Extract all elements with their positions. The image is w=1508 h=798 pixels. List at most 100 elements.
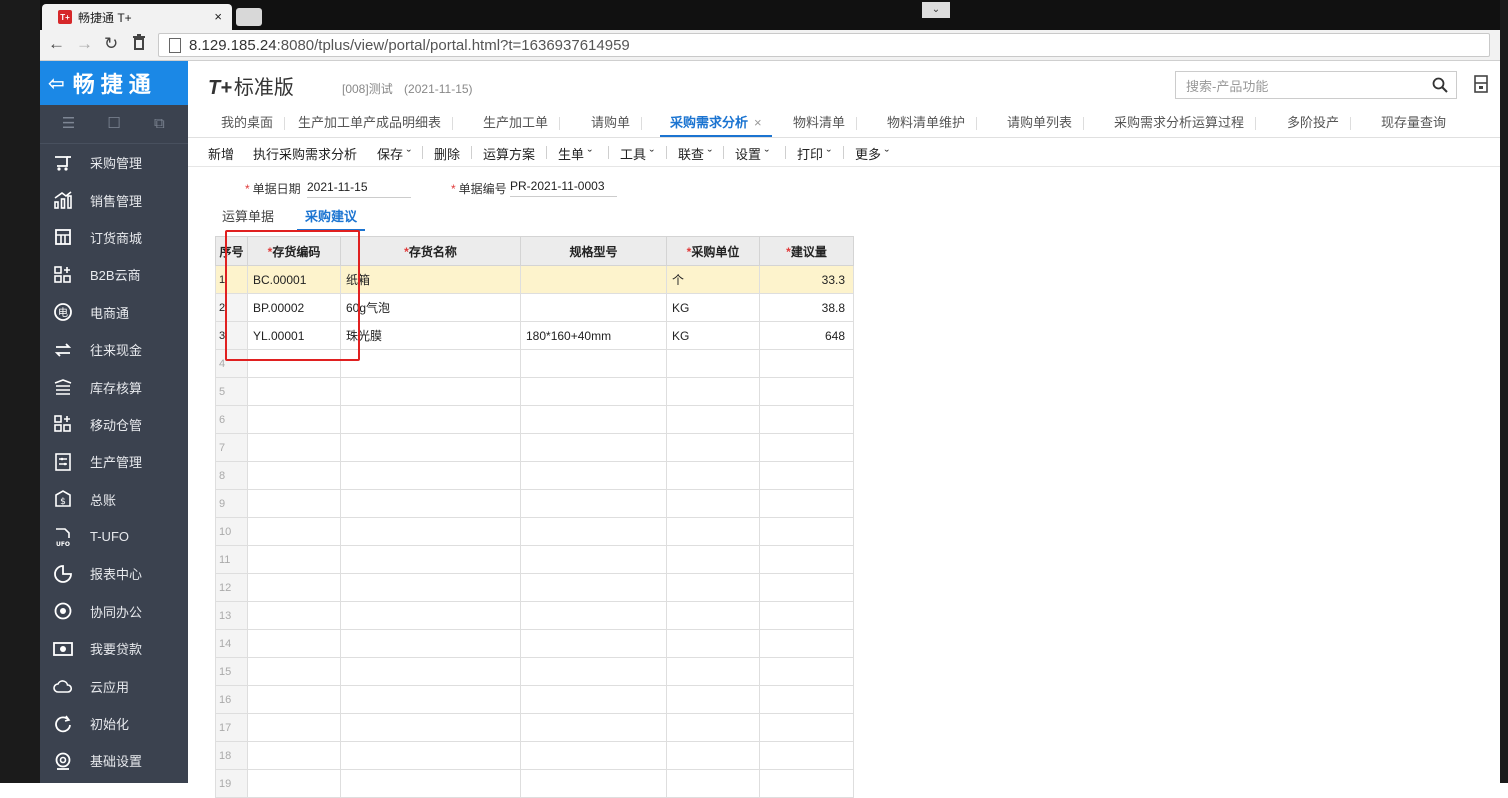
empty-cell[interactable] [247,629,341,658]
empty-cell[interactable] [520,713,667,742]
table-row[interactable]: 7 [215,433,854,462]
table-row[interactable]: 18 [215,741,854,770]
empty-cell[interactable] [759,629,854,658]
empty-cell[interactable] [759,573,854,602]
tab-requisition-list[interactable]: 请购单列表 [1007,109,1085,137]
sidebar-item[interactable]: 协同办公 [40,593,188,630]
empty-cell[interactable] [666,713,760,742]
empty-cell[interactable] [666,629,760,658]
calculator-icon[interactable] [1472,75,1490,93]
table-row[interactable]: 10 [215,517,854,546]
table-row[interactable]: 5 [215,377,854,406]
save-button[interactable]: 保存 ˇ [377,144,411,163]
cell-spec[interactable] [520,265,667,294]
tab-purchase-suggestion[interactable]: 采购建议 [297,206,366,231]
table-row[interactable]: 16 [215,685,854,714]
tab-bom-maintain[interactable]: 物料清单维护 [887,109,978,137]
cell-name[interactable]: 纸箱 [340,265,521,294]
tab-stock-query[interactable]: 现存量查询 [1381,109,1446,137]
sidebar-item[interactable]: 往来现金 [40,331,188,368]
empty-cell[interactable] [666,517,760,546]
cell-qty[interactable]: 648 [759,321,854,350]
empty-cell[interactable] [759,713,854,742]
empty-cell[interactable] [247,433,341,462]
empty-cell[interactable] [247,377,341,406]
empty-cell[interactable] [247,769,341,798]
tab-production-order[interactable]: 生产加工单 [483,109,561,137]
empty-cell[interactable] [340,769,521,798]
tab-production-detail[interactable]: 生产加工单产成品明细表 [298,109,454,137]
sidebar-item[interactable]: 报表中心 [40,555,188,592]
favorites-icon[interactable]: ☐ [106,116,122,131]
empty-cell[interactable] [340,517,521,546]
table-row[interactable]: 11 [215,545,854,574]
sidebar-item[interactable]: 生产管理 [40,443,188,480]
empty-cell[interactable] [759,377,854,406]
table-row[interactable]: 13 [215,601,854,630]
generate-button[interactable]: 生单 ˇ [558,144,592,163]
empty-cell[interactable] [520,769,667,798]
table-row[interactable]: 8 [215,461,854,490]
empty-cell[interactable] [759,657,854,686]
settings-button[interactable]: 设置 ˇ [735,144,769,163]
empty-cell[interactable] [759,349,854,378]
chevron-down-icon[interactable]: ⌄ [922,2,950,18]
empty-cell[interactable] [340,461,521,490]
tab-analysis-process[interactable]: 采购需求分析运算过程 [1114,109,1257,137]
empty-cell[interactable] [520,377,667,406]
sidebar-item[interactable]: 库存核算 [40,368,188,405]
empty-cell[interactable] [520,517,667,546]
empty-cell[interactable] [247,713,341,742]
cell-unit[interactable]: 个 [666,265,760,294]
sidebar-item[interactable]: B2B云商 [40,256,188,293]
table-row[interactable]: 12 [215,573,854,602]
tab-calc-docs[interactable]: 运算单据 [222,206,274,225]
sidebar-item[interactable]: 我要贷款 [40,630,188,667]
execute-analysis-button[interactable]: 执行采购需求分析 [253,144,357,163]
empty-cell[interactable] [759,461,854,490]
link-query-button[interactable]: 联查 ˇ [678,144,712,163]
empty-cell[interactable] [520,573,667,602]
empty-cell[interactable] [247,489,341,518]
empty-cell[interactable] [520,433,667,462]
empty-cell[interactable] [247,461,341,490]
tab-purchase-analysis[interactable]: 采购需求分析 × [660,109,772,137]
empty-cell[interactable] [247,601,341,630]
table-row[interactable]: 17 [215,713,854,742]
empty-cell[interactable] [520,349,667,378]
empty-cell[interactable] [666,769,760,798]
tab-close-icon[interactable]: × [754,115,762,130]
empty-cell[interactable] [666,489,760,518]
cell-unit[interactable]: KG [666,321,760,350]
empty-cell[interactable] [759,545,854,574]
empty-cell[interactable] [666,433,760,462]
empty-cell[interactable] [520,741,667,770]
tab-requisition[interactable]: 请购单 [591,109,643,137]
cell-spec[interactable]: 180*160+40mm [520,321,667,350]
cell-name[interactable]: 珠光膜 [340,321,521,350]
empty-cell[interactable] [759,769,854,798]
empty-cell[interactable] [759,601,854,630]
sidebar-item[interactable]: 云应用 [40,667,188,704]
empty-cell[interactable] [666,573,760,602]
empty-cell[interactable] [666,741,760,770]
empty-cell[interactable] [340,377,521,406]
forward-icon[interactable]: → [76,34,93,54]
add-icon[interactable]: ⧉ [151,116,167,131]
trash-icon[interactable] [132,34,146,55]
empty-cell[interactable] [340,545,521,574]
search-icon[interactable] [1432,77,1448,93]
search-input[interactable]: 搜索-产品功能 [1175,71,1457,99]
empty-cell[interactable] [520,629,667,658]
tab-desktop[interactable]: 我的桌面 [221,109,286,137]
empty-cell[interactable] [340,657,521,686]
empty-cell[interactable] [666,377,760,406]
tab-multi-stage[interactable]: 多阶投产 [1287,109,1352,137]
table-row[interactable]: 9 [215,489,854,518]
empty-cell[interactable] [666,545,760,574]
empty-cell[interactable] [666,685,760,714]
collapse-arrow-icon[interactable]: ⇦ [48,71,65,96]
empty-cell[interactable] [759,685,854,714]
empty-cell[interactable] [340,741,521,770]
empty-cell[interactable] [340,573,521,602]
